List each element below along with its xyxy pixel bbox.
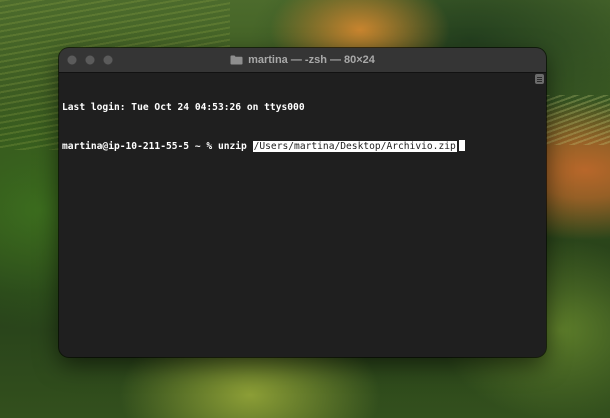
shell-prompt: martina@ip-10-211-55-5 ~ %	[62, 141, 218, 152]
last-login-line: Last login: Tue Oct 24 04:53:26 on ttys0…	[62, 102, 305, 113]
window-controls	[67, 55, 113, 65]
terminal-window[interactable]: martina — -zsh — 80×24 Last login: Tue O…	[59, 48, 546, 357]
window-title-group: martina — -zsh — 80×24	[230, 54, 375, 66]
selected-path[interactable]: /Users/martina/Desktop/Archivio.zip	[252, 141, 457, 152]
command-text: unzip	[217, 141, 253, 152]
close-button[interactable]	[67, 55, 77, 65]
scroll-marker-icon[interactable]	[535, 74, 544, 84]
title-bar[interactable]: martina — -zsh — 80×24	[59, 48, 546, 73]
command-line[interactable]: martina@ip-10-211-55-5 ~ % unzip /Users/…	[62, 140, 532, 153]
zoom-button[interactable]	[103, 55, 113, 65]
text-cursor	[458, 140, 465, 151]
terminal-output[interactable]: Last login: Tue Oct 24 04:53:26 on ttys0…	[59, 73, 546, 357]
folder-icon	[230, 55, 243, 65]
window-title: martina — -zsh — 80×24	[248, 54, 375, 66]
wallpaper-vineyard-right	[545, 95, 610, 145]
minimize-button[interactable]	[85, 55, 95, 65]
